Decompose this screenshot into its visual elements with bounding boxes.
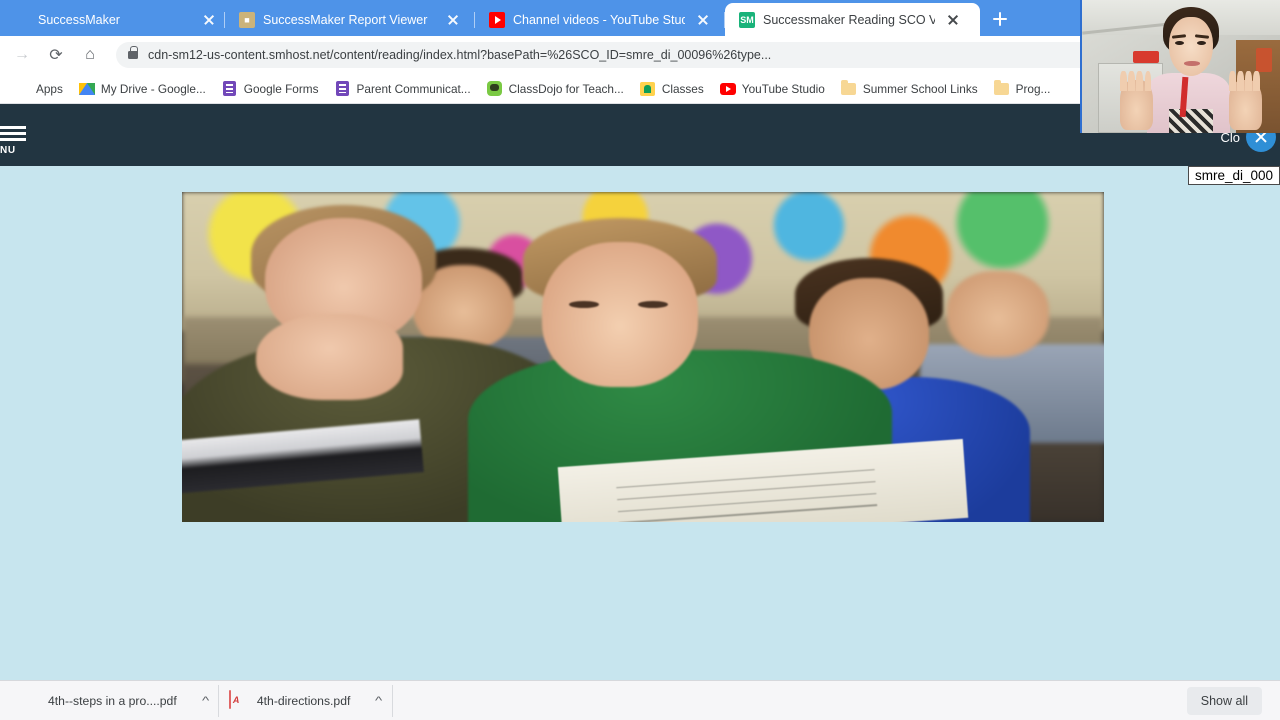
bookmark-parent-communication[interactable]: Parent Communicat... <box>327 78 479 100</box>
tab-close-icon[interactable] <box>695 12 711 28</box>
download-file-name: 4th-directions.pdf <box>256 693 351 708</box>
pdf-file-icon <box>228 689 247 711</box>
hamburger-menu-icon[interactable] <box>0 126 26 141</box>
tab-successmaker[interactable]: SuccessMaker <box>0 3 225 36</box>
tab-successmaker-report-viewer[interactable]: ■ SuccessMaker Report Viewer <box>225 3 475 36</box>
tab-close-icon[interactable] <box>201 12 217 28</box>
chevron-up-icon[interactable]: ^ <box>202 695 209 707</box>
youtube-favicon-icon <box>489 11 505 28</box>
bookmark-label: Parent Communicat... <box>356 81 471 96</box>
chevron-up-icon[interactable]: ^ <box>375 695 382 707</box>
bookmark-classdojo[interactable]: ClassDojo for Teach... <box>479 78 632 100</box>
successmaker-favicon-icon: SM <box>739 11 755 28</box>
report-viewer-favicon-icon: ■ <box>239 11 255 28</box>
forward-arrow-icon[interactable]: → <box>8 41 36 69</box>
download-shelf: 4th--steps in a pro....pdf ^ 4th-directi… <box>0 680 1280 720</box>
show-all-downloads-button[interactable]: Show all <box>1186 686 1262 715</box>
home-icon[interactable]: ⌂ <box>76 41 104 69</box>
bookmark-label: My Drive - Google... <box>100 81 206 96</box>
bookmark-label: Prog... <box>1015 81 1051 96</box>
video-frame-content <box>182 192 1104 522</box>
bookmark-label: Google Forms <box>243 81 319 96</box>
tab-close-icon[interactable] <box>945 12 961 28</box>
pdf-file-icon <box>20 691 38 711</box>
bookmark-label: Summer School Links <box>862 81 978 96</box>
tab-title: Channel videos - YouTube Studio <box>513 12 685 27</box>
tab-title: Successmaker Reading SCO View <box>763 12 935 27</box>
lesson-video[interactable] <box>182 192 1104 522</box>
menu-label: NU <box>0 145 16 156</box>
tab-title: SuccessMaker Report Viewer <box>263 12 428 27</box>
bookmark-label: Classes <box>661 81 704 96</box>
youtube-icon <box>719 81 736 97</box>
sco-viewer-page: NU Clo smre_di_000 <box>0 104 1280 680</box>
bookmark-classes[interactable]: Classes <box>632 78 712 100</box>
lock-icon <box>128 46 138 59</box>
tab-channel-videos-youtube-studio[interactable]: Channel videos - YouTube Studio <box>475 3 725 36</box>
tab-successmaker-reading-sco-viewer[interactable]: SM Successmaker Reading SCO View <box>725 3 980 36</box>
address-bar[interactable]: cdn-sm12-us-content.smhost.net/content/r… <box>116 42 1111 68</box>
browser-window: SuccessMaker ■ SuccessMaker Report Viewe… <box>0 0 1280 720</box>
bookmark-apps[interactable]: Apps <box>6 78 71 100</box>
google-classroom-icon <box>640 81 656 97</box>
bookmark-label: YouTube Studio <box>741 81 825 96</box>
google-forms-icon <box>335 81 351 97</box>
download-file-name: 4th--steps in a pro....pdf <box>48 693 177 708</box>
bookmark-youtube-studio[interactable]: YouTube Studio <box>712 78 833 100</box>
reload-icon[interactable]: ⟳ <box>42 41 70 69</box>
google-drive-icon <box>78 81 95 97</box>
download-item[interactable]: 4th-directions.pdf ^ <box>219 684 393 717</box>
classdojo-icon <box>487 81 503 97</box>
bookmark-summer-school-links[interactable]: Summer School Links <box>833 78 986 100</box>
download-item[interactable]: 4th--steps in a pro....pdf ^ <box>10 684 219 717</box>
tab-favicon-blank <box>14 12 30 28</box>
folder-icon <box>994 79 1010 97</box>
folder-icon <box>841 79 857 97</box>
new-tab-button[interactable] <box>986 5 1014 33</box>
tab-close-icon[interactable] <box>445 12 461 28</box>
bookmark-label: ClassDojo for Teach... <box>508 81 624 96</box>
bookmark-programs[interactable]: Prog... <box>986 78 1059 100</box>
bookmark-google-forms[interactable]: Google Forms <box>214 78 327 100</box>
bookmark-label: Apps <box>36 81 63 96</box>
url-text: cdn-sm12-us-content.smhost.net/content/r… <box>148 48 772 62</box>
sco-id-tooltip: smre_di_000 <box>1187 166 1280 185</box>
webcam-overlay[interactable] <box>1080 0 1280 133</box>
bookmark-my-drive[interactable]: My Drive - Google... <box>71 78 214 100</box>
tab-title: SuccessMaker <box>38 12 120 27</box>
google-forms-icon <box>222 81 238 97</box>
apps-icon <box>14 81 30 97</box>
